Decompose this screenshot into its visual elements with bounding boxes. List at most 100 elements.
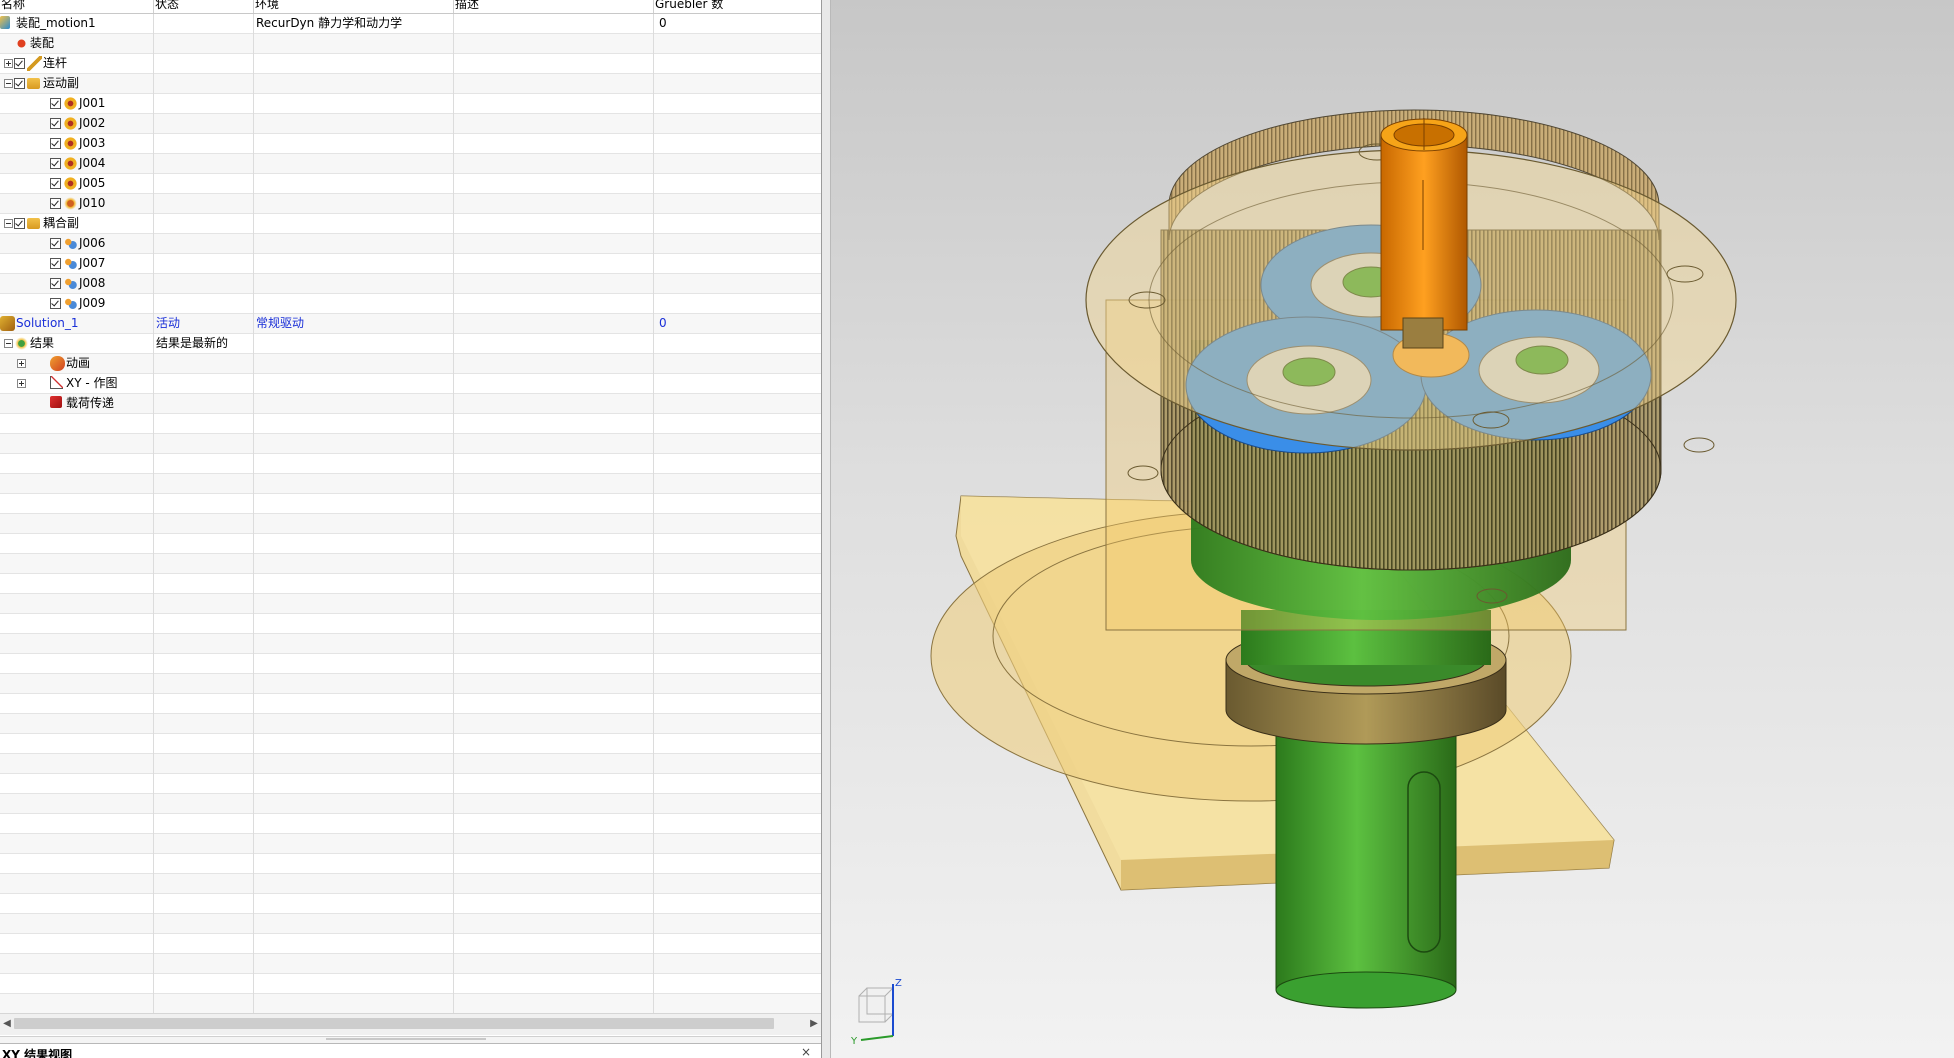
- row-name[interactable]: 运动副: [43, 74, 79, 93]
- empty-row: [0, 454, 821, 474]
- tree-row[interactable]: 装配_motion1 RecurDyn 静力学和动力学 0: [0, 14, 821, 34]
- column-description[interactable]: 描述: [454, 0, 654, 13]
- row-name[interactable]: J007: [79, 254, 105, 273]
- empty-row: [0, 534, 821, 554]
- collapse-icon[interactable]: [4, 79, 13, 88]
- tree-row[interactable]: 装配: [0, 34, 821, 54]
- tree-row[interactable]: Solution_1 活动 常规驱动 0: [0, 314, 821, 334]
- gear-coupler-icon: [63, 256, 78, 271]
- solution-icon: [0, 316, 15, 331]
- visibility-checkbox[interactable]: [50, 98, 61, 109]
- visibility-checkbox[interactable]: [14, 78, 25, 89]
- empty-row: [0, 734, 821, 754]
- visibility-checkbox[interactable]: [14, 58, 25, 69]
- visibility-checkbox[interactable]: [50, 178, 61, 189]
- motion-navigator: 名称 状态 环境 描述 Gruebler 数 装配_motion1 RecurDy…: [0, 0, 822, 1058]
- visibility-checkbox[interactable]: [50, 258, 61, 269]
- row-name[interactable]: 结果: [30, 334, 54, 353]
- joints-folder-icon: [27, 78, 40, 89]
- tree-row[interactable]: 耦合副: [0, 214, 821, 234]
- cell-status: 结果是最新的: [156, 336, 229, 350]
- visibility-checkbox[interactable]: [50, 238, 61, 249]
- revolute-joint-icon: [63, 136, 78, 151]
- assembly-icon: [14, 36, 29, 51]
- gear-coupler-icon: [63, 276, 78, 291]
- tree-row[interactable]: J010: [0, 194, 821, 214]
- row-name[interactable]: 载荷传递: [66, 394, 114, 413]
- scroll-thumb[interactable]: [14, 1018, 774, 1029]
- visibility-checkbox[interactable]: [14, 218, 25, 229]
- visibility-checkbox[interactable]: [50, 278, 61, 289]
- tree-row[interactable]: 运动副: [0, 74, 821, 94]
- row-name[interactable]: J008: [79, 274, 105, 293]
- row-name[interactable]: Solution_1: [16, 314, 79, 333]
- empty-row: [0, 714, 821, 734]
- scroll-right-icon[interactable]: ▶: [808, 1016, 820, 1032]
- row-name[interactable]: J003: [79, 134, 105, 153]
- row-name[interactable]: J001: [79, 94, 105, 113]
- visibility-checkbox[interactable]: [50, 138, 61, 149]
- link-icon: [27, 56, 42, 71]
- row-name[interactable]: 动画: [66, 354, 90, 373]
- column-status[interactable]: 状态: [154, 0, 254, 13]
- collapse-icon[interactable]: [4, 339, 13, 348]
- row-name[interactable]: J005: [79, 174, 105, 193]
- tree-row[interactable]: J007: [0, 254, 821, 274]
- tree-row[interactable]: 动画: [0, 354, 821, 374]
- tree-row[interactable]: 结果 结果是最新的: [0, 334, 821, 354]
- tree-row[interactable]: J005: [0, 174, 821, 194]
- empty-row: [0, 754, 821, 774]
- tree-row[interactable]: 连杆: [0, 54, 821, 74]
- tree-row[interactable]: J009: [0, 294, 821, 314]
- xy-result-title: XY 结果视图: [2, 1048, 73, 1058]
- gearbox-model[interactable]: [831, 0, 1954, 1058]
- xy-result-panel: XY 结果视图 ×: [0, 1043, 821, 1058]
- row-name[interactable]: J002: [79, 114, 105, 133]
- empty-row: [0, 674, 821, 694]
- column-name[interactable]: 名称: [0, 0, 154, 13]
- tree-row[interactable]: J008: [0, 274, 821, 294]
- row-name[interactable]: XY - 作图: [66, 374, 118, 393]
- cell-status: 活动: [156, 316, 181, 330]
- revolute-joint-icon: [63, 116, 78, 131]
- column-environment[interactable]: 环境: [254, 0, 454, 13]
- graphics-window[interactable]: Z Y: [831, 0, 1954, 1058]
- visibility-checkbox[interactable]: [50, 298, 61, 309]
- tree-row[interactable]: J002: [0, 114, 821, 134]
- row-name[interactable]: J010: [79, 194, 105, 213]
- expand-icon[interactable]: [17, 359, 26, 368]
- empty-row: [0, 854, 821, 874]
- tree-row[interactable]: J004: [0, 154, 821, 174]
- tree-row[interactable]: XY - 作图: [0, 374, 821, 394]
- row-name[interactable]: 装配_motion1: [16, 14, 96, 33]
- row-name[interactable]: J009: [79, 294, 105, 313]
- empty-row: [0, 914, 821, 934]
- expand-icon[interactable]: [17, 379, 26, 388]
- revolute-joint-icon: [63, 156, 78, 171]
- row-name[interactable]: J004: [79, 154, 105, 173]
- visibility-checkbox[interactable]: [50, 198, 61, 209]
- visibility-checkbox[interactable]: [50, 158, 61, 169]
- tree-row[interactable]: J003: [0, 134, 821, 154]
- panel-splitter[interactable]: [0, 1036, 821, 1043]
- z-axis-label: Z: [895, 978, 902, 989]
- column-gruebler[interactable]: Gruebler 数: [654, 0, 821, 13]
- horizontal-scrollbar[interactable]: ◀ ▶: [0, 1013, 821, 1035]
- column-header: 名称 状态 环境 描述 Gruebler 数: [0, 0, 821, 14]
- cell-gruebler: 0: [659, 16, 667, 30]
- navigator-tree: 装配_motion1 RecurDyn 静力学和动力学 0 装配 连杆 运动副 J001 J0…: [0, 14, 821, 1014]
- row-name[interactable]: J006: [79, 234, 105, 253]
- expand-icon[interactable]: [4, 59, 13, 68]
- row-name[interactable]: 连杆: [43, 54, 67, 73]
- empty-row: [0, 574, 821, 594]
- tree-row[interactable]: J006: [0, 234, 821, 254]
- tree-row[interactable]: J001: [0, 94, 821, 114]
- driver-joint-icon: [63, 196, 78, 211]
- row-name[interactable]: 耦合副: [43, 214, 79, 233]
- collapse-icon[interactable]: [4, 219, 13, 228]
- close-icon[interactable]: ×: [801, 1045, 811, 1058]
- row-name[interactable]: 装配: [30, 34, 54, 53]
- visibility-checkbox[interactable]: [50, 118, 61, 129]
- scroll-left-icon[interactable]: ◀: [1, 1016, 13, 1032]
- tree-row[interactable]: 载荷传递: [0, 394, 821, 414]
